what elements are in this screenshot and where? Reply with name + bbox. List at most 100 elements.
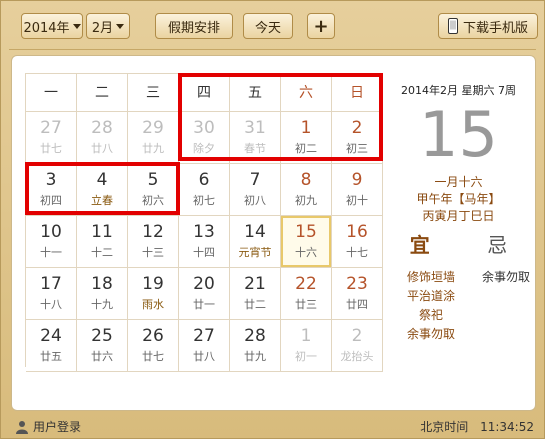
day-cell[interactable]: 22 廿三 [281,268,332,320]
lunar-label: 十一 [40,246,62,259]
lunar-label: 廿七 [40,142,62,155]
day-cell[interactable]: 18 十九 [77,268,128,320]
weekday-header: 三 [128,74,179,112]
day-number: 15 [295,222,317,242]
day-number: 27 [193,326,215,346]
day-number: 21 [244,274,266,294]
day-number: 8 [300,170,312,190]
weekday-header: 二 [77,74,128,112]
today-button[interactable]: 今天 [243,13,293,39]
lunar-date: 一月十六 [434,175,483,189]
lunar-label: 十九 [91,298,113,311]
login-link[interactable]: 用户登录 [15,418,81,435]
day-cell[interactable]: 8 初九 [281,164,332,216]
day-cell[interactable]: 16 十七 [332,216,383,268]
ganzhi-year: 甲午年【马年】 [416,192,501,206]
day-cell[interactable]: 29 廿九 [128,112,179,164]
day-cell-today[interactable]: 15 十六 [281,216,332,268]
day-number: 1 [300,326,312,346]
add-event-button[interactable]: + [307,13,335,39]
day-number: 22 [295,274,317,294]
day-cell[interactable]: 13 十四 [179,216,230,268]
day-cell[interactable]: 7 初八 [230,164,281,216]
day-cell[interactable]: 11 十二 [77,216,128,268]
day-number: 16 [346,222,368,242]
day-cell[interactable]: 21 廿二 [230,268,281,320]
day-cell[interactable]: 23 廿四 [332,268,383,320]
chevron-down-icon [72,23,81,29]
big-day-number: 15 [419,98,498,171]
yi-list: 修饰垣墙 平治道涂 祭祀 余事勿取 [407,268,455,344]
yi-item: 平治道涂 [407,289,456,303]
day-cell[interactable]: 1 初一 [281,320,332,372]
day-cell[interactable]: 27 廿七 [26,112,77,164]
day-cell[interactable]: 28 廿八 [77,112,128,164]
day-cell[interactable]: 2 龙抬头 [332,320,383,372]
day-cell[interactable]: 9 初十 [332,164,383,216]
lunar-label: 元宵节 [238,246,272,259]
month-select[interactable]: 2月 [86,13,130,39]
day-cell[interactable]: 28 廿九 [230,320,281,372]
ji-label: 忌 [487,233,508,257]
day-number: 28 [91,118,113,138]
weekday-header: 一 [26,74,77,112]
day-number: 7 [249,170,261,190]
year-label: 2014年 [23,20,70,36]
day-number: 19 [142,274,164,294]
day-cell[interactable]: 10 十一 [26,216,77,268]
download-mobile-button[interactable]: 下载手机版 [438,13,538,39]
day-number: 18 [91,274,113,294]
day-number: 26 [142,326,164,346]
year-select[interactable]: 2014年 [21,13,83,39]
status-bar: 用户登录 北京时间 11:34:52 [1,414,545,440]
day-cell[interactable]: 6 初七 [179,164,230,216]
day-cell[interactable]: 27 廿八 [179,320,230,372]
month-label: 2月 [91,20,114,36]
lunar-label: 廿九 [142,142,164,155]
day-number: 24 [40,326,62,346]
day-number: 29 [142,118,164,138]
day-number: 12 [142,222,164,242]
day-number: 13 [193,222,215,242]
lunar-label: 十八 [40,298,62,311]
day-number: 10 [40,222,62,242]
lunar-label: 廿七 [142,350,164,363]
day-number: 2 [351,326,363,346]
day-cell[interactable]: 26 廿七 [128,320,179,372]
yi-item: 修饰垣墙 [407,270,456,284]
lunar-label: 初八 [244,194,266,207]
lunar-label: 十三 [142,246,164,259]
day-cell[interactable]: 25 廿六 [77,320,128,372]
day-number: 27 [40,118,62,138]
day-number: 23 [346,274,368,294]
lunar-label: 廿四 [346,298,368,311]
lunar-label: 雨水 [142,298,164,311]
yi-item: 祭祀 [419,308,444,322]
toolbar-divider [9,49,536,50]
user-icon [16,420,28,434]
day-number: 9 [351,170,363,190]
date-header: 2014年2月 星期六 7周 [401,84,516,97]
lunar-label: 龙抬头 [340,350,374,363]
download-label: 下载手机版 [462,20,528,36]
phone-icon [447,18,458,34]
day-cell[interactable]: 14 元宵节 [230,216,281,268]
day-cell[interactable]: 12 十三 [128,216,179,268]
lunar-label: 廿二 [244,298,266,311]
lunar-label: 廿八 [193,350,215,363]
day-cell[interactable]: 20 廿一 [179,268,230,320]
day-number: 20 [193,274,215,294]
holiday-button[interactable]: 假期安排 [155,13,233,39]
day-cell[interactable]: 19 雨水 [128,268,179,320]
day-detail-panel: 2014年2月 星期六 7周 15 一月十六 甲午年【马年】 丙寅月丁巳日 宜 … [381,73,536,367]
yi-item: 余事勿取 [407,327,456,341]
day-cell[interactable]: 17 十八 [26,268,77,320]
time-label: 北京时间 [420,420,469,434]
yi-label: 宜 [409,233,430,257]
day-cell[interactable]: 24 廿五 [26,320,77,372]
lunar-label: 廿三 [295,298,317,311]
highlight-box [25,162,180,215]
day-number: 28 [244,326,266,346]
ganzhi-day: 丙寅月丁巳日 [422,209,495,223]
lunar-label: 十四 [193,246,215,259]
